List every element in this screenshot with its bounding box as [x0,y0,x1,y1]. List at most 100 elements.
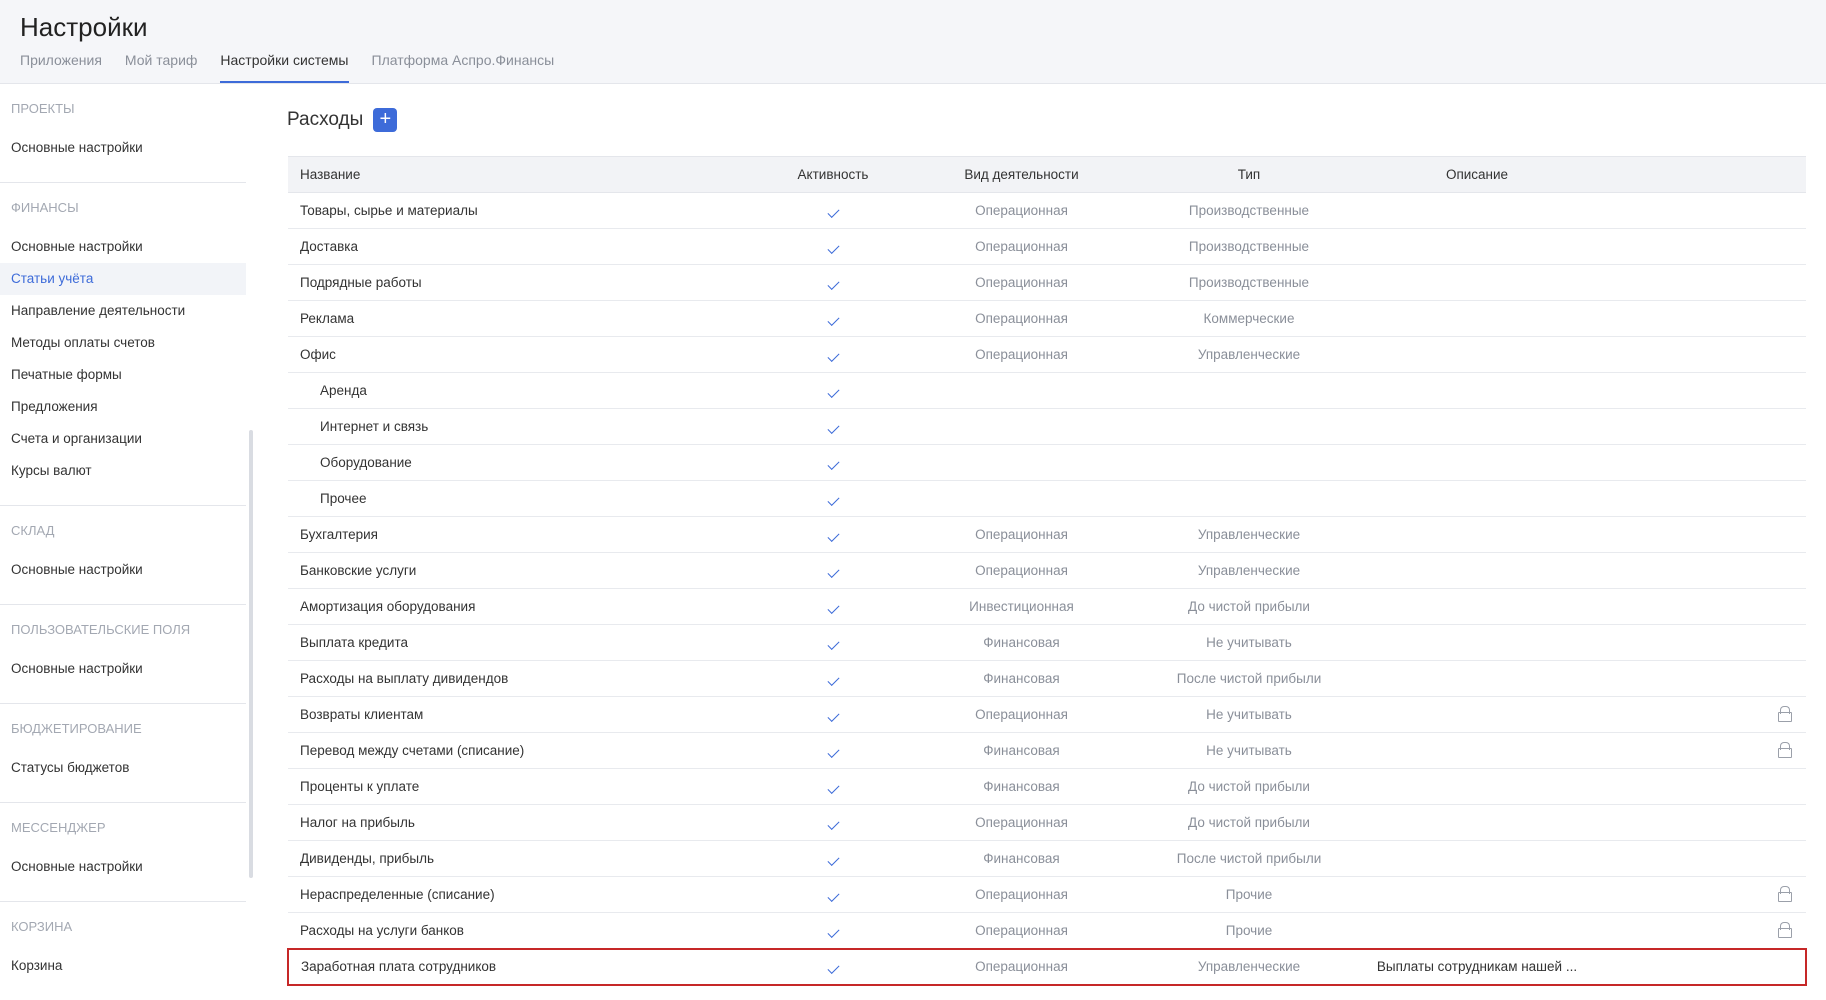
checkmark-icon [826,349,840,363]
row-name: Подрядные работы [288,264,758,301]
row-active-cell [758,947,908,986]
row-active-cell [758,912,908,949]
sidebar-section: Финансы Основные настройки Статьи учёта Нап… [0,183,246,506]
row-name: Возвраты клиентам [288,696,758,733]
table-row[interactable]: Расходы на услуги банков Операционная Проч… [288,912,1806,949]
table-row[interactable]: Дивиденды, прибыль Финансовая После чистой… [288,840,1806,877]
row-name: Нераспределенные (списание) [288,876,758,913]
row-type: Управленческие [1135,552,1363,589]
row-description [1363,660,1591,697]
row-lock-cell [1591,624,1806,661]
row-description [1363,804,1591,841]
tab-system-settings[interactable]: Настройки системы [220,52,349,83]
row-activity: Финансовая [908,768,1135,805]
sidebar-item[interactable]: Основные настройки [0,851,246,883]
tab-my-plan[interactable]: Мой тариф [125,52,197,83]
table-row[interactable]: Перевод между счетами (списание) Финансов… [288,732,1806,769]
sidebar-item[interactable]: Курсы валют [0,455,246,487]
row-description [1363,732,1591,769]
checkmark-icon [826,529,840,543]
table-row[interactable]: Амортизация оборудования Инвестиционная До… [288,588,1806,625]
sidebar-item[interactable]: Статусы бюджетов [0,752,246,784]
sidebar-section: Пользовательские поля Основные настройки [0,605,246,704]
checkmark-icon [826,313,840,327]
row-activity [908,444,1135,481]
row-active-cell [758,624,908,661]
table-row[interactable]: Банковские услуги Операционная Управленчес… [288,552,1806,589]
sidebar-item[interactable]: Основные настройки [0,132,246,164]
checkmark-icon [826,925,840,938]
sidebar-item[interactable]: Корзина [0,950,246,982]
table-row[interactable]: Заработная плата сотрудников Операционная… [287,947,1807,986]
sidebar-scrollbar[interactable] [249,430,253,878]
table-row[interactable]: Возвраты клиентам Операционная Не учитыват… [288,696,1806,733]
column-header-description[interactable]: Описание [1363,156,1591,193]
column-header-name[interactable]: Название [288,156,758,193]
table-row[interactable]: Прочее [288,480,1806,517]
sidebar-item[interactable]: Печатные формы [0,359,246,391]
table-row[interactable]: Проценты к уплате Финансовая До чистой при… [288,768,1806,805]
row-type: После чистой прибыли [1135,660,1363,697]
row-lock-cell [1591,408,1806,445]
sidebar-item[interactable]: Основные настройки [0,653,246,685]
table-row[interactable]: Оборудование [288,444,1806,481]
table-row[interactable]: Реклама Операционная Коммерческие [288,300,1806,337]
row-type [1135,372,1363,409]
table-row[interactable]: Выплата кредита Финансовая Не учитывать [288,624,1806,661]
tab-applications[interactable]: Приложения [20,52,102,83]
row-description [1363,300,1591,337]
checkmark-icon [826,673,840,687]
row-name: Аренда [288,372,758,409]
sidebar-section: Мессенджер Основные настройки [0,803,246,902]
sidebar-item[interactable]: Основные настройки [0,554,246,586]
row-description [1363,444,1591,481]
sidebar-item[interactable]: Направление деятельности [0,295,246,327]
main-content: Расходы + Название Активность Вид деятел… [287,84,1807,986]
column-header-activity[interactable]: Вид деятельности [908,156,1135,193]
sidebar-section-heading: Бюджетирование [11,721,142,736]
sidebar-section-heading: Финансы [11,200,79,215]
row-active-cell [758,732,908,769]
row-description [1363,696,1591,733]
row-description: Выплаты сотрудникам нашей ... [1363,947,1591,986]
row-activity: Операционная [908,696,1135,733]
row-active-cell [758,264,908,301]
page-header: Настройки Приложения Мой тариф Настройки… [0,0,1826,84]
table-row[interactable]: Интернет и связь [288,408,1806,445]
sidebar-item[interactable]: Методы оплаты счетов [0,327,246,359]
tab-platform[interactable]: Платформа Аспро.Финансы [372,52,555,83]
table-row[interactable]: Бухгалтерия Операционная Управленческие [288,516,1806,553]
row-name: Доставка [288,228,758,265]
row-name: Дивиденды, прибыль [288,840,758,877]
column-header-active[interactable]: Активность [758,156,908,193]
row-type: До чистой прибыли [1135,588,1363,625]
table-row[interactable]: Аренда [288,372,1806,409]
row-activity: Финансовая [908,660,1135,697]
checkmark-icon [826,565,840,579]
sidebar-item[interactable]: Основные настройки [0,231,246,263]
sidebar-item[interactable]: Предложения [0,391,246,423]
table-row[interactable]: Налог на прибыль Операционная До чистой пр… [288,804,1806,841]
table-row[interactable]: Товары, сырье и материалы Операционная Про… [288,192,1806,229]
sidebar-item[interactable]: Статьи учёта [0,263,246,295]
table-row[interactable]: Доставка Операционная Производственные [288,228,1806,265]
column-header-type[interactable]: Тип [1135,156,1363,193]
row-description [1363,228,1591,265]
row-activity [908,372,1135,409]
row-lock-cell [1591,947,1807,986]
table-row[interactable]: Подрядные работы Операционная Производстве… [288,264,1806,301]
table-row[interactable]: Офис Операционная Управленческие [288,336,1806,373]
checkmark-icon [826,745,840,759]
checkmark-icon [826,781,840,795]
row-name: Оборудование [288,444,758,481]
row-name: Офис [288,336,758,373]
table-row[interactable]: Расходы на выплату дивидендов Финансовая П… [288,660,1806,697]
sidebar-item[interactable]: Счета и организации [0,423,246,455]
row-name: Прочее [288,480,758,517]
row-lock-cell [1591,480,1806,517]
sidebar-section: Проекты Основные настройки [0,84,246,183]
row-description [1363,372,1591,409]
add-expense-button[interactable]: + [373,108,398,132]
row-lock-cell [1591,876,1806,913]
table-row[interactable]: Нераспределенные (списание) Операционная П… [288,876,1806,913]
